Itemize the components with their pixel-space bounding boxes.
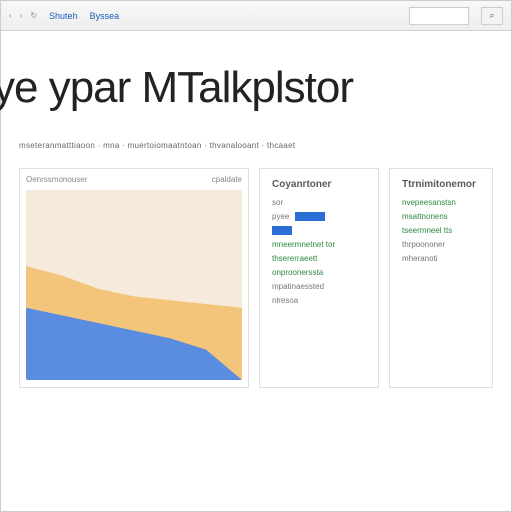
panel-row [272,226,366,235]
chart-card: Oenrssmonouser cpaldate [19,168,249,388]
row-value: mheranoti [402,254,438,263]
search-button[interactable]: ⌕ [481,7,503,25]
row-value: thrpoononer [402,240,445,249]
panel-row: mneermnetnet tor [272,240,366,249]
row-value: tseermneel tts [402,226,452,235]
row-value: onproonerssta [272,268,323,277]
page-title: ye ypar MTalkplstor [0,45,511,141]
badge-icon [295,212,325,221]
panel-row: nlresoa [272,296,366,305]
browser-window: ‹ › ↻ Shuteh Byssea ⌕ ye ypar MTalkplsto… [0,0,512,512]
panel-left-title: Coyanrtoner [272,179,366,190]
panel-row: mpatinaessted [272,282,366,291]
panel-row: pyee [272,212,366,221]
info-panel-left: Coyanrtoner sor pyee mneermnetnet tor th… [259,168,379,388]
content-area: ye ypar MTalkplstor mseteranmatttiaoon ·… [1,31,511,388]
toolbar: ‹ › ↻ Shuteh Byssea ⌕ [1,1,511,31]
tab-2[interactable]: Byssea [90,11,120,21]
tab-1[interactable]: Shuteh [49,11,78,21]
row-value: nlresoa [272,296,298,305]
panel-row: onproonerssta [272,268,366,277]
row-value: msattnonens [402,212,448,221]
search-icon: ⌕ [489,10,494,21]
row-label: pyee [272,212,289,221]
panel-row: nvepeesanstsn [402,198,480,207]
nav-buttons: ‹ › ↻ [9,11,37,20]
badge-icon [272,226,292,235]
chart-head-right: cpaldate [212,175,242,184]
forward-button[interactable]: › [20,11,23,20]
panel-row: thsererraeett [272,254,366,263]
panel-row: sor [272,198,366,207]
panel-right-title: Ttrnimitonemor [402,179,480,190]
page-subtitle: mseteranmatttiaoon · mna · muertoiomaatn… [1,141,511,168]
area-chart [26,190,242,380]
info-panel-right: Ttrnimitonemor nvepeesanstsn msattnonens… [389,168,493,388]
row-label: sor [272,198,283,207]
row-value: mpatinaessted [272,282,324,291]
row-value: nvepeesanstsn [402,198,456,207]
panel-row: msattnonens [402,212,480,221]
chart-card-head: Oenrssmonouser cpaldate [26,175,242,184]
row-value: mneermnetnet tor [272,240,335,249]
search-input[interactable] [409,7,469,25]
chart-head-left: Oenrssmonouser [26,175,87,184]
panel-row: thrpoononer [402,240,480,249]
reload-button[interactable]: ↻ [30,11,37,20]
back-button[interactable]: ‹ [9,11,12,20]
main-row: Oenrssmonouser cpaldate Coyanrtoner sor [1,168,511,388]
row-value: thsererraeett [272,254,317,263]
panel-row: tseermneel tts [402,226,480,235]
panel-row: mheranoti [402,254,480,263]
